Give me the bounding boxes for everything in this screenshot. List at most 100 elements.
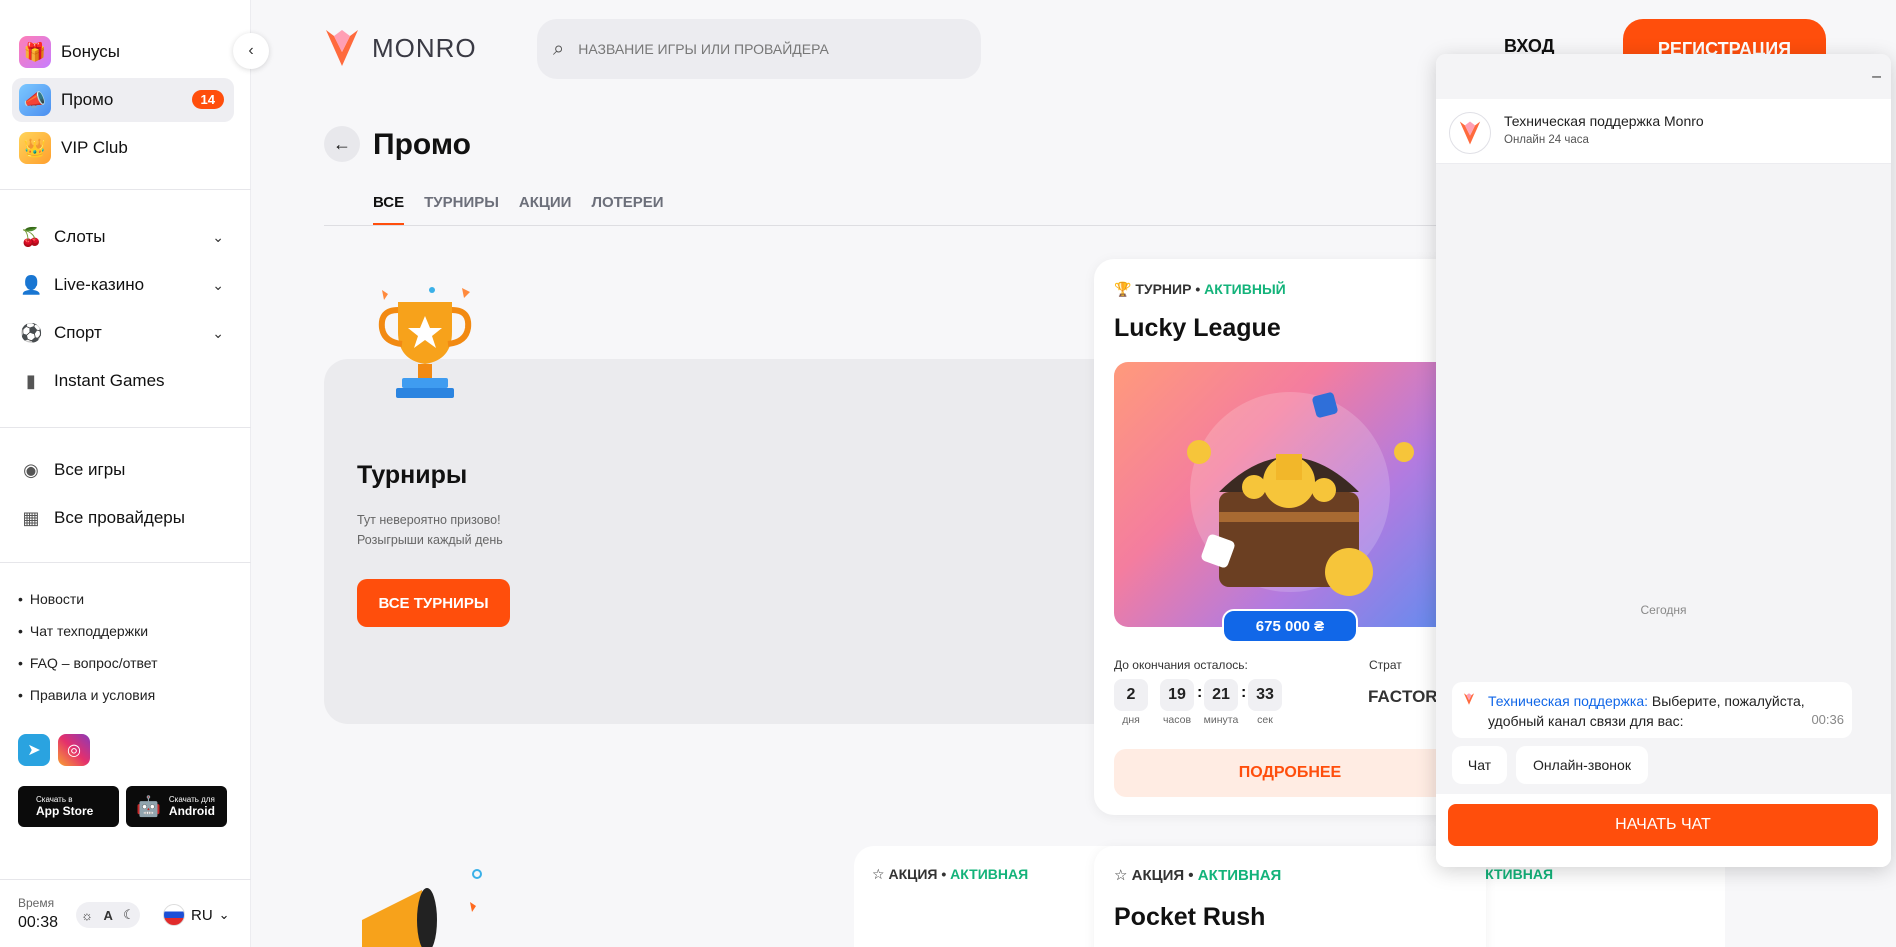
chevron-down-icon: ⌄: [212, 276, 224, 293]
theme-toggle[interactable]: ☼ A ☾: [76, 902, 140, 928]
star-icon: ☆: [872, 866, 885, 882]
card-type: ТУРНИР: [1135, 281, 1192, 297]
countdown-hours-unit: часов: [1162, 714, 1192, 726]
card-meta: АКТИВНАЯ: [1475, 866, 1553, 882]
countdown-days-unit: дня: [1122, 714, 1140, 726]
time-label: Время: [18, 896, 55, 910]
monro-logo-icon: [326, 30, 358, 66]
tab-lotteries[interactable]: ЛОТЕРЕИ: [591, 194, 663, 226]
divider: [0, 562, 251, 563]
link-news[interactable]: Новости: [18, 591, 84, 607]
tab-all[interactable]: ВСЕ: [373, 194, 405, 226]
all-tournaments-button[interactable]: ВСЕ ТУРНИРЫ: [357, 579, 510, 627]
ball-icon: ⚽: [20, 322, 43, 343]
countdown-separator: :: [1197, 684, 1203, 701]
chat-option-call[interactable]: Онлайн-звонок: [1516, 746, 1648, 784]
chat-option-chat[interactable]: Чат: [1452, 746, 1507, 784]
sidebar-item-all-games[interactable]: ◉ Все игры: [20, 452, 230, 488]
chat-agent-info: Техническая поддержка Monro Онлайн 24 ча…: [1436, 99, 1891, 164]
countdown-days: 2: [1114, 679, 1148, 711]
divider: [0, 189, 251, 190]
tournaments-desc-line: Розыгрыши каждый день: [357, 533, 503, 547]
card-meta: ☆ АКЦИЯ • АКТИВНАЯ: [1114, 867, 1282, 884]
sidebar-item-all-providers[interactable]: ▦ Все провайдеры: [20, 500, 230, 536]
app-store-big: App Store: [36, 804, 94, 818]
app-store-button[interactable]: Скачать в App Store: [18, 786, 119, 827]
arrow-left-icon: ←: [333, 133, 351, 154]
minimize-icon[interactable]: –: [1872, 68, 1881, 86]
countdown-separator: :: [1241, 684, 1247, 701]
date-separator: Сегодня: [1640, 603, 1687, 617]
sidebar-item-label: Instant Games: [54, 371, 165, 390]
page-title: Промо: [373, 128, 471, 161]
sidebar-item-label: Все провайдеры: [54, 508, 185, 527]
russia-flag-icon: [163, 904, 185, 926]
link-support-chat[interactable]: Чат техподдержки: [18, 623, 148, 639]
sidebar-item-bonuses[interactable]: 🎁 Бонусы: [12, 30, 234, 74]
sidebar-item-slots[interactable]: 🍒 Слоты ⌄: [20, 219, 230, 255]
back-button[interactable]: ←: [324, 126, 360, 162]
start-chat-button[interactable]: НАЧАТЬ ЧАТ: [1448, 804, 1878, 846]
card-meta: ☆ АКЦИЯ • АКТИВНАЯ: [872, 866, 1029, 882]
android-small: Скачать для: [168, 795, 215, 804]
treasure-chest-illustration: [1187, 392, 1414, 596]
monro-logo-icon: [1459, 121, 1481, 145]
strategy-label: Страт: [1369, 658, 1402, 672]
chat-message: Техническая поддержка: Выберите, пожалуй…: [1452, 682, 1852, 738]
link-faq[interactable]: FAQ – вопрос/ответ: [18, 655, 158, 671]
details-button[interactable]: ПОДРОБНЕЕ: [1114, 749, 1466, 797]
crown-icon: 👑: [19, 132, 51, 164]
chat-message-text: Техническая поддержка: Выберите, пожалуй…: [1488, 691, 1808, 731]
sidebar-item-vip[interactable]: 👑 VIP Club: [12, 126, 234, 170]
countdown-hours: 19: [1160, 679, 1194, 711]
star-icon: ☆: [1114, 867, 1128, 884]
theme-auto-letter: A: [103, 907, 113, 923]
gift-icon: 🎁: [19, 36, 51, 68]
sidebar-item-instant-games[interactable]: ▮ Instant Games: [20, 363, 230, 399]
logo[interactable]: MONRO: [324, 26, 477, 70]
sidebar-item-label: Все игры: [54, 460, 126, 479]
card-type: АКЦИЯ: [1131, 867, 1185, 884]
search-bar[interactable]: ⌕: [537, 19, 981, 79]
telegram-icon[interactable]: ➤: [18, 734, 50, 766]
megaphone-icon: [362, 869, 482, 947]
promo-card-pocket-rush[interactable]: ☆ АКЦИЯ • АКТИВНАЯ Pocket Rush: [1094, 846, 1486, 947]
sidebar-item-label: Слоты: [54, 227, 106, 246]
promo-card-lucky-league[interactable]: 🏆 ТУРНИР • АКТИВНЫЙ Lucky League 675 000…: [1094, 259, 1486, 815]
sidebar-item-promo[interactable]: 📣 Промо 14: [12, 78, 234, 122]
agent-avatar: [1449, 112, 1491, 154]
tab-promotions[interactable]: АКЦИИ: [519, 194, 572, 226]
sun-icon: ☼: [81, 907, 94, 923]
chevron-down-icon: ⌄: [212, 324, 224, 341]
tab-tournaments[interactable]: ТУРНИРЫ: [424, 194, 499, 226]
promo-tabs: ВСЕ ТУРНИРЫ АКЦИИ ЛОТЕРЕИ: [373, 194, 664, 226]
sidebar: 🎁 Бонусы 📣 Промо 14 👑 VIP Club 🍒 Слоты ⌄…: [0, 0, 251, 947]
grid-icon: ▦: [22, 507, 40, 528]
search-input[interactable]: [578, 41, 919, 57]
instagram-icon[interactable]: ◎: [58, 734, 90, 766]
card-status: АКТИВНАЯ: [950, 866, 1029, 882]
android-icon: 🤖: [136, 796, 161, 818]
android-big: Android: [168, 804, 215, 818]
android-button[interactable]: 🤖 Скачать для Android: [126, 786, 227, 827]
card-type: АКЦИЯ: [888, 866, 938, 882]
tabs-divider: [324, 225, 1524, 226]
language-selector[interactable]: RU ⌄: [163, 904, 230, 926]
trophy-icon: [378, 287, 472, 398]
monro-logo-icon: [1463, 693, 1475, 705]
countdown-minutes: 21: [1204, 679, 1238, 711]
link-terms[interactable]: Правила и условия: [18, 687, 155, 703]
chevron-left-icon: ‹: [248, 42, 254, 59]
divider: [0, 879, 251, 880]
sidebar-item-label: Live-казино: [54, 275, 145, 294]
card-status: АКТИВНАЯ: [1197, 867, 1282, 884]
sidebar-item-label: Спорт: [54, 323, 102, 342]
tournaments-description: Тут невероятно призово! Розыгрыши каждый…: [357, 510, 503, 550]
tournaments-title: Турниры: [357, 461, 468, 489]
sidebar-item-live-casino[interactable]: 👤 Live-казино ⌄: [20, 267, 230, 303]
card-meta: 🏆 ТУРНИР • АКТИВНЫЙ: [1114, 281, 1286, 297]
message-time: 00:36: [1811, 712, 1844, 727]
sidebar-collapse-button[interactable]: ‹: [233, 33, 269, 69]
sidebar-item-sport[interactable]: ⚽ Спорт ⌄: [20, 315, 230, 351]
logo-text: MONRO: [372, 32, 477, 63]
